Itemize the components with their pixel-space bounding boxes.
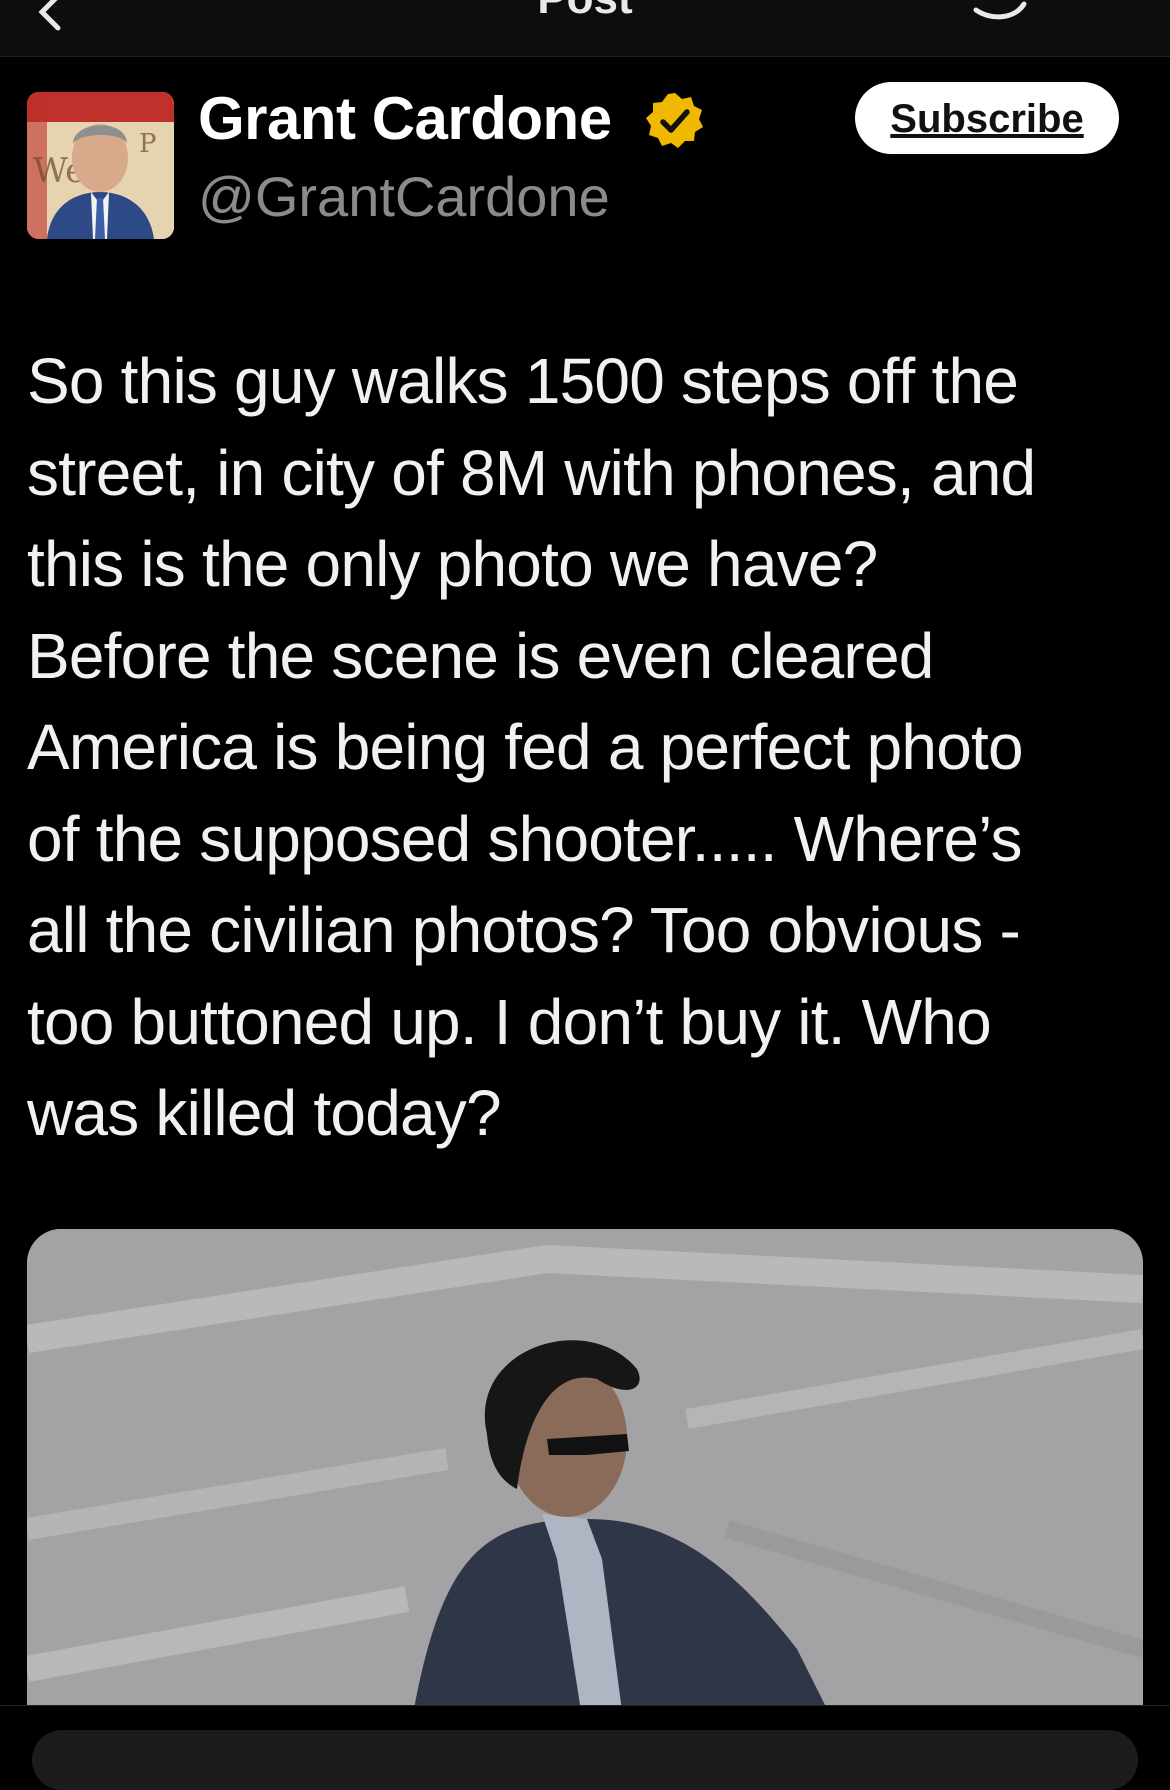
reply-icon[interactable] (970, 0, 1030, 24)
author-name[interactable]: Grant Cardone (198, 84, 612, 153)
verified-badge-icon (646, 93, 703, 148)
subscribe-button[interactable]: Subscribe (855, 82, 1119, 154)
author-avatar[interactable]: We P (27, 92, 174, 239)
author-handle[interactable]: @GrantCardone (198, 164, 610, 229)
post-text: So this guy walks 1500 steps off the str… (27, 345, 1036, 1149)
svg-text:P: P (139, 129, 157, 159)
post-media-image[interactable] (27, 1229, 1143, 1749)
reply-input[interactable] (32, 1730, 1138, 1790)
photo-person-on-street (27, 1229, 1143, 1749)
avatar-image: We P (27, 92, 174, 239)
top-navigation-bar: Post (0, 0, 1170, 57)
reply-composer-bar (0, 1705, 1170, 1790)
